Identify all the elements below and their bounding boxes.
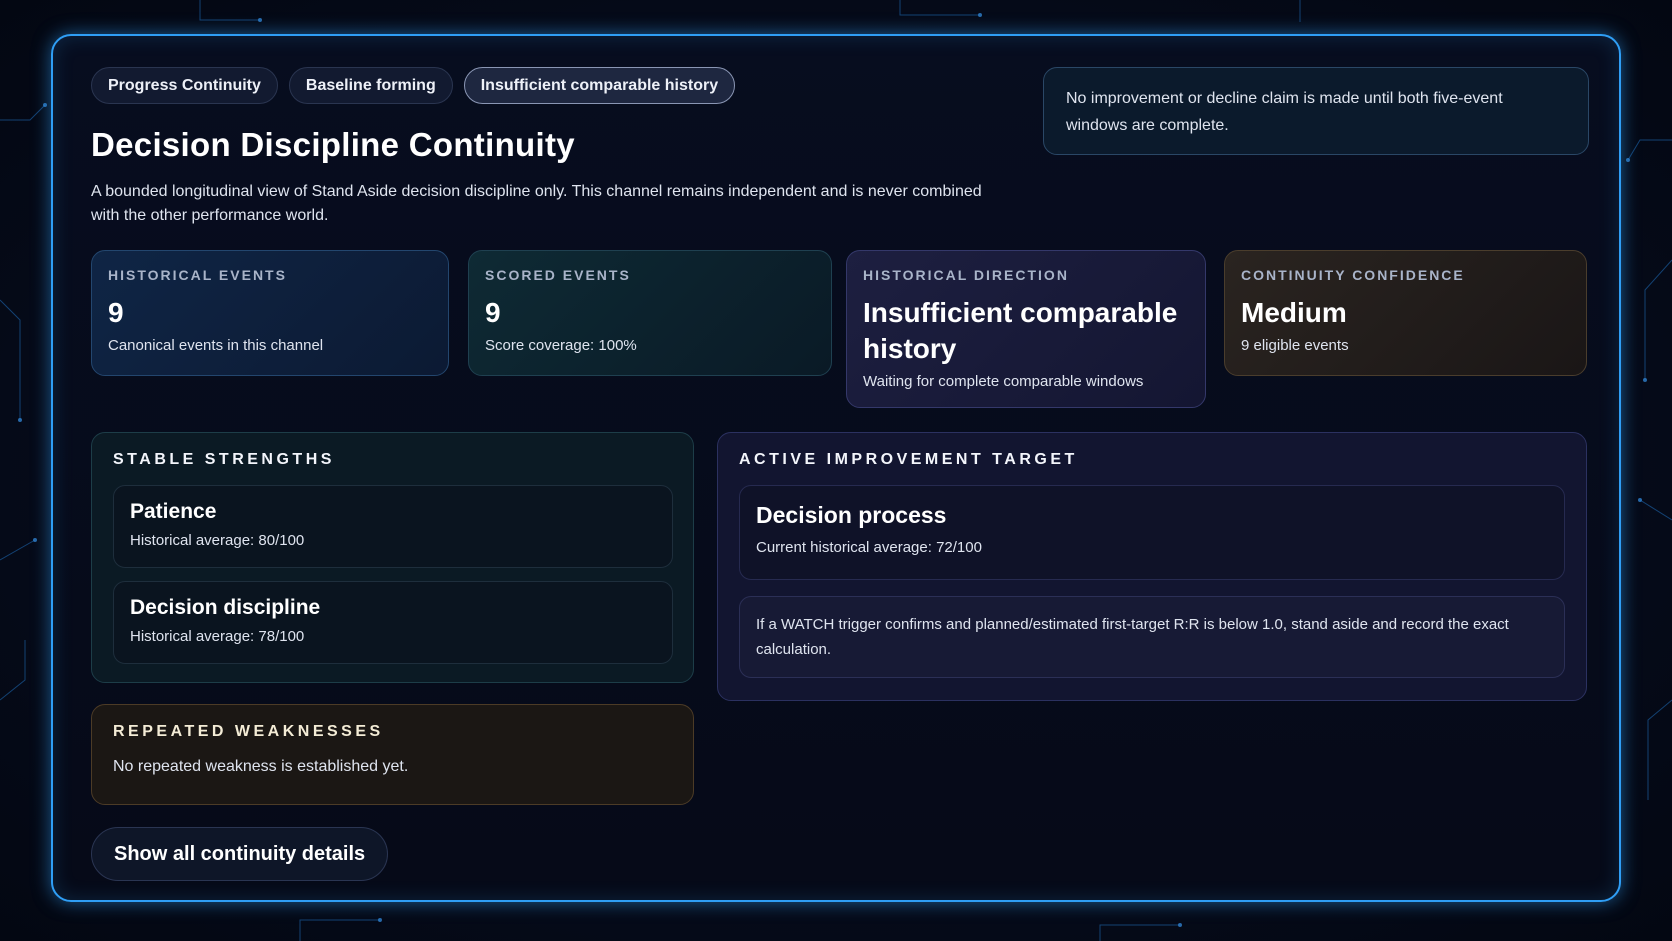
target-meta: Current historical average: 72/100	[756, 539, 982, 556]
weakness-text: No repeated weakness is established yet.	[113, 758, 409, 775]
section-heading: ACTIVE IMPROVEMENT TARGET	[739, 451, 1078, 468]
section-heading: REPEATED WEAKNESSES	[113, 723, 384, 740]
repeated-weaknesses-section: REPEATED WEAKNESSES No repeated weakness…	[91, 704, 694, 805]
stat-value: Medium	[1241, 297, 1347, 328]
stat-label: HISTORICAL DIRECTION	[863, 267, 1069, 283]
stable-strengths-section: STABLE STRENGTHS Patience Historical ave…	[91, 432, 694, 683]
stat-card-continuity-confidence: CONTINUITY CONFIDENCE Medium 9 eligible …	[1224, 250, 1587, 376]
stat-card-scored-events: SCORED EVENTS 9 Score coverage: 100%	[468, 250, 832, 376]
stat-card-historical-events: HISTORICAL EVENTS 9 Canonical events in …	[91, 250, 449, 376]
chip-baseline-forming[interactable]: Baseline forming	[288, 67, 453, 104]
strength-meta: Historical average: 80/100	[130, 532, 305, 549]
section-heading: STABLE STRENGTHS	[113, 451, 335, 468]
continuity-panel: Progress Continuity Baseline forming Ins…	[51, 34, 1621, 902]
target-card: Decision process Current historical aver…	[739, 485, 1565, 580]
stat-label: CONTINUITY CONFIDENCE	[1241, 267, 1465, 283]
chip-insufficient-history[interactable]: Insufficient comparable history	[463, 67, 736, 104]
stat-value: 9	[108, 297, 124, 328]
stat-sub: Waiting for complete comparable windows	[863, 373, 1144, 390]
target-rule: If a WATCH trigger confirms and planned/…	[739, 596, 1565, 678]
strength-item: Decision discipline Historical average: …	[113, 581, 673, 664]
page-title: Decision Discipline Continuity	[91, 126, 575, 163]
stat-sub: Score coverage: 100%	[485, 337, 637, 354]
status-chips: Progress Continuity Baseline forming Ins…	[91, 67, 736, 104]
stat-card-historical-direction: HISTORICAL DIRECTION Insufficient compar…	[846, 250, 1206, 408]
stat-value: Insufficient comparable history	[863, 297, 1178, 364]
stat-sub: Canonical events in this channel	[108, 337, 324, 354]
strength-item: Patience Historical average: 80/100	[113, 485, 673, 568]
stat-value: 9	[485, 297, 501, 328]
strength-meta: Historical average: 78/100	[130, 628, 305, 645]
target-name: Decision process	[756, 502, 947, 528]
stat-label: HISTORICAL EVENTS	[108, 267, 287, 283]
show-details-button[interactable]: Show all continuity details	[91, 827, 389, 881]
stat-sub: 9 eligible events	[1241, 337, 1349, 354]
improvement-target-section: ACTIVE IMPROVEMENT TARGET Decision proce…	[717, 432, 1587, 701]
chip-progress-continuity[interactable]: Progress Continuity	[91, 67, 278, 104]
notice-box: No improvement or decline claim is made …	[1043, 67, 1589, 155]
page-description: A bounded longitudinal view of Stand Asi…	[91, 183, 982, 224]
stat-label: SCORED EVENTS	[485, 267, 631, 283]
strength-name: Decision discipline	[130, 596, 321, 619]
strength-name: Patience	[130, 500, 217, 523]
